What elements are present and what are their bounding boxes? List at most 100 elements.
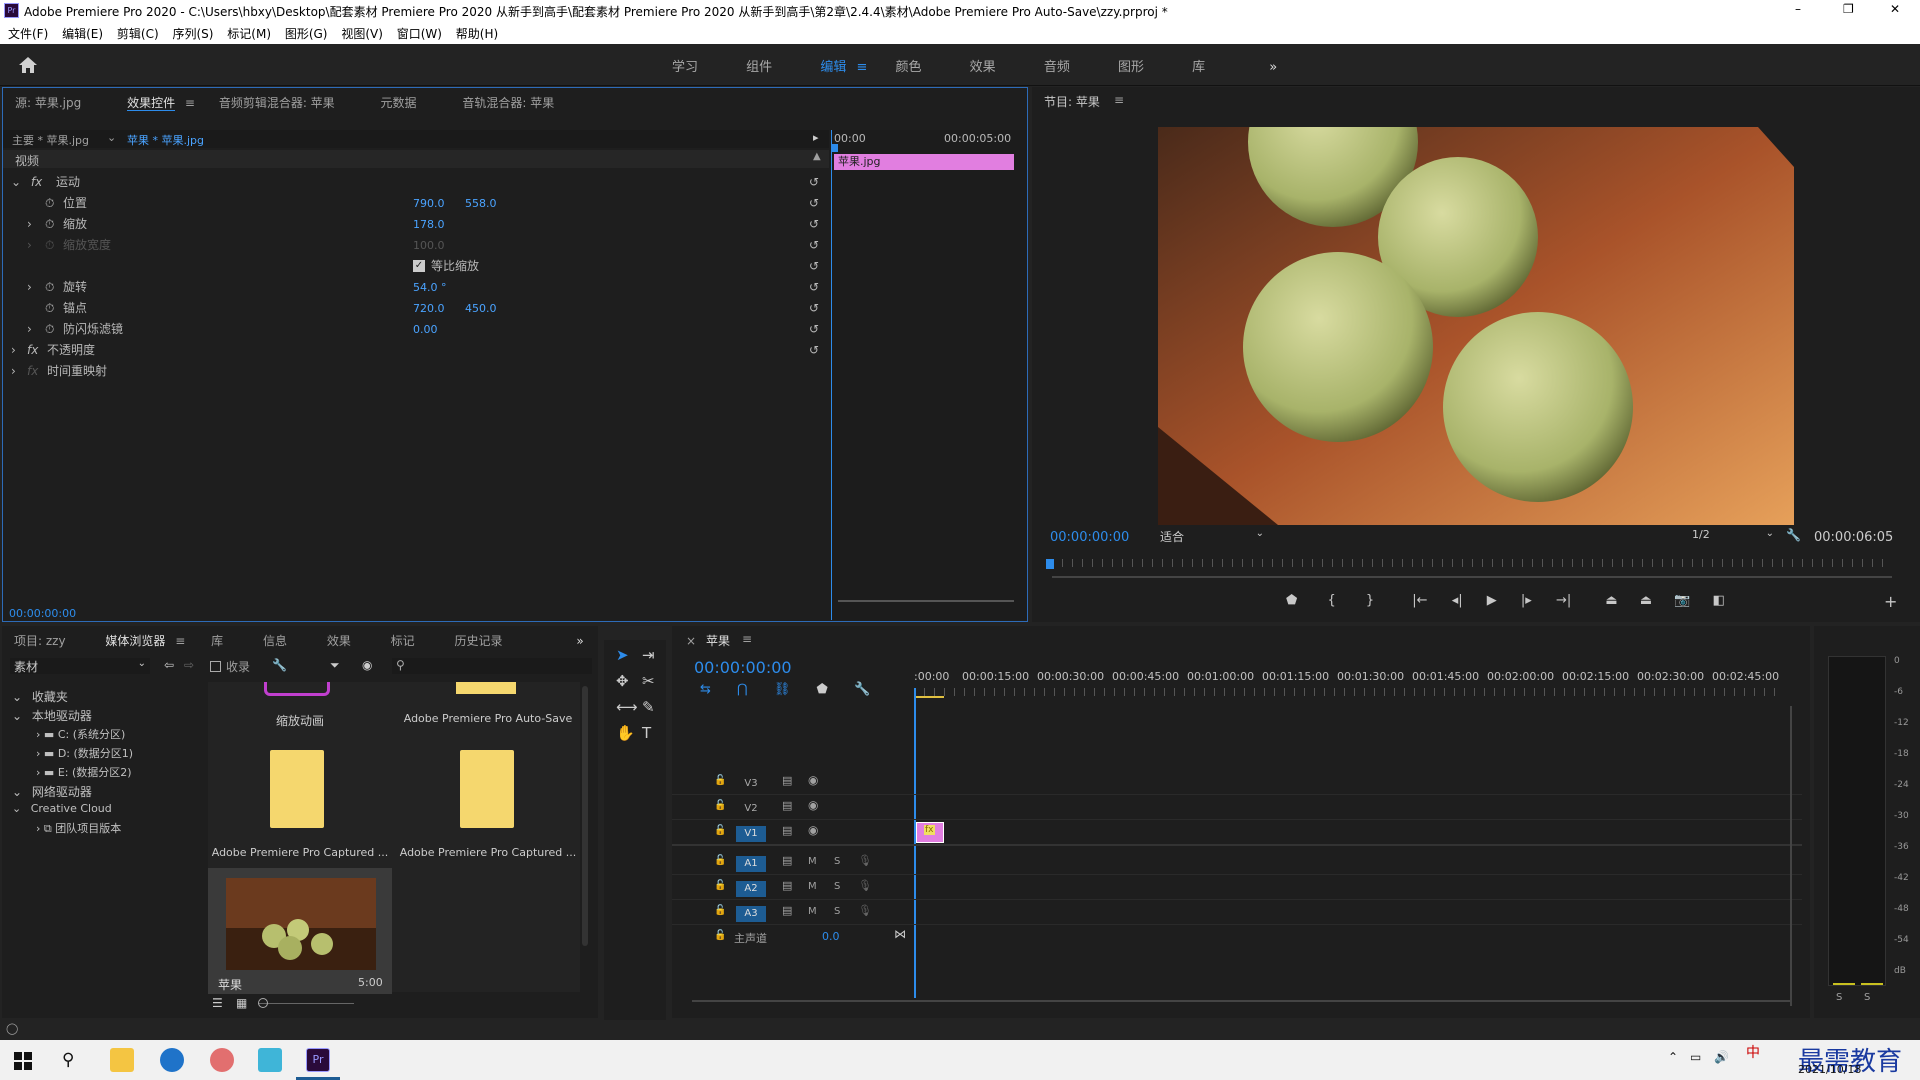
tab-menu-icon[interactable]: ≡ — [175, 634, 185, 648]
expand-icon[interactable]: ⌄ — [11, 175, 21, 189]
resolution-dropdown[interactable]: 1/2 ⌄ — [1692, 528, 1778, 544]
lock-icon[interactable]: 🔓 — [714, 825, 726, 836]
razor-tool-icon[interactable]: ✂ — [642, 672, 655, 690]
sync-lock-icon[interactable]: ▤ — [782, 774, 792, 787]
sync-lock-icon[interactable]: ▤ — [782, 904, 792, 917]
expand-icon[interactable]: › — [11, 361, 16, 382]
menu-file[interactable]: 文件(F) — [8, 27, 48, 41]
stopwatch-icon[interactable]: ⏱ — [45, 319, 54, 340]
fx-icon[interactable]: fx — [31, 175, 42, 189]
sequence-clip-label[interactable]: 苹果 * 苹果.jpg — [127, 132, 204, 148]
step-forward-icon[interactable]: |▸ — [1521, 593, 1532, 608]
filter-dropdown[interactable]: 素材 ⌄ — [10, 658, 150, 674]
timeline-clip[interactable]: fx — [916, 822, 944, 843]
home-icon[interactable] — [18, 56, 38, 74]
clock-date[interactable]: 2021/10/18 — [1798, 1063, 1861, 1076]
tab-project[interactable]: 项目: zzy — [14, 634, 66, 648]
stopwatch-icon[interactable]: ⏱ — [45, 214, 54, 235]
media-tile-clip[interactable]: 苹果 5:00 — [208, 868, 392, 994]
go-to-in-icon[interactable]: |← — [1412, 593, 1427, 608]
fx-icon[interactable]: fx — [27, 340, 38, 361]
tree-favorites[interactable]: ⌄ 收藏夹 — [12, 688, 68, 705]
workspace-editing[interactable]: 编辑 — [820, 60, 846, 75]
microphone-icon[interactable]: 🎙 — [858, 904, 872, 917]
volume-icon[interactable]: 🔊 — [1714, 1050, 1729, 1064]
reset-icon[interactable]: ↺ — [809, 298, 819, 319]
solo-button[interactable]: S — [834, 906, 840, 917]
workspace-effects[interactable]: 效果 — [970, 60, 996, 75]
solo-right-button[interactable]: S — [1864, 992, 1870, 1003]
selection-tool-icon[interactable]: ➤ — [616, 646, 629, 664]
search-icon[interactable]: ⚲ — [62, 1050, 74, 1070]
master-volume[interactable]: 0.0 — [822, 930, 840, 943]
edge-browser-icon[interactable] — [160, 1048, 184, 1072]
add-button-icon[interactable]: + — [1884, 592, 1897, 611]
snap-in-icon[interactable]: ⇆ — [700, 682, 711, 697]
mute-button[interactable]: M — [808, 881, 817, 892]
tray-expand-icon[interactable]: ⌃ — [1668, 1050, 1678, 1064]
forward-arrow-icon[interactable]: ⇨ — [184, 658, 194, 672]
workspace-graphics[interactable]: 图形 — [1118, 60, 1144, 75]
reset-icon[interactable]: ↺ — [809, 340, 819, 361]
track-select-tool-icon[interactable]: ⇥ — [642, 646, 655, 664]
step-back-icon[interactable]: ◂| — [1452, 593, 1463, 608]
mini-playhead[interactable] — [832, 144, 838, 152]
lock-icon[interactable]: 🔓 — [714, 775, 726, 786]
reset-icon[interactable]: ↺ — [809, 256, 819, 277]
hand-tool-icon[interactable]: ✋ — [616, 724, 635, 742]
flicker-value[interactable]: 0.00 — [413, 319, 438, 340]
reset-icon[interactable]: ↺ — [809, 214, 819, 235]
program-time-ruler[interactable] — [1052, 559, 1892, 567]
menu-window[interactable]: 窗口(W) — [397, 27, 442, 41]
add-marker-icon[interactable]: ⬟ — [1286, 593, 1297, 608]
menu-marker[interactable]: 标记(M) — [227, 27, 271, 41]
tree-network-drives[interactable]: ⌄ 网络驱动器 — [12, 783, 92, 800]
pen-tool-icon[interactable]: ✎ — [642, 698, 655, 716]
sync-lock-icon[interactable]: ▤ — [782, 799, 792, 812]
tab-history[interactable]: 历史记录 — [455, 634, 503, 648]
filter-icon[interactable]: ⏷ — [330, 658, 340, 673]
rotation-value[interactable]: 54.0 ° — [413, 277, 447, 298]
mark-out-icon[interactable]: } — [1366, 593, 1374, 608]
maximize-button[interactable]: ❐ — [1843, 2, 1854, 16]
lock-icon[interactable]: 🔓 — [714, 880, 726, 891]
workspace-assembly[interactable]: 组件 — [746, 60, 772, 75]
tab-libraries[interactable]: 库 — [211, 634, 223, 648]
expand-icon[interactable]: › — [27, 319, 32, 340]
tab-markers[interactable]: 标记 — [391, 634, 415, 648]
lock-icon[interactable]: 🔓 — [714, 800, 726, 811]
menu-sequence[interactable]: 序列(S) — [172, 27, 213, 41]
expand-icon[interactable]: › — [27, 214, 32, 235]
mark-in-icon[interactable]: { — [1327, 593, 1335, 608]
tree-drive-c[interactable]: › ▬ C: (系统分区) — [36, 726, 125, 742]
menu-view[interactable]: 视图(V) — [341, 27, 383, 41]
view-eye-icon[interactable]: ◉ — [362, 658, 372, 672]
close-sequence-icon[interactable]: × — [686, 634, 696, 648]
tree-local-drives[interactable]: ⌄ 本地驱动器 — [12, 707, 92, 724]
position-y-value[interactable]: 558.0 — [465, 193, 497, 214]
workspace-learn[interactable]: 学习 — [672, 60, 698, 75]
workspace-libraries[interactable]: 库 — [1192, 60, 1205, 75]
reset-icon[interactable]: ↺ — [809, 193, 819, 214]
menu-graphics[interactable]: 图形(G) — [285, 27, 328, 41]
media-tile-folder[interactable]: 缩放动画 — [208, 682, 392, 730]
stopwatch-icon[interactable]: ⏱ — [45, 193, 54, 214]
tab-menu-icon[interactable]: ≡ — [185, 96, 195, 110]
timeline-vertical-scroll[interactable] — [1790, 706, 1792, 1006]
panel-menu-icon[interactable]: ≡ — [1114, 93, 1124, 107]
master-clip-label[interactable]: 主要 * 苹果.jpg — [12, 132, 89, 148]
tab-effect-controls[interactable]: 效果控件 — [127, 96, 176, 111]
anchor-y-value[interactable]: 450.0 — [465, 298, 497, 319]
program-timecode[interactable]: 00:00:00:00 — [1050, 530, 1129, 545]
track-label[interactable]: V3 — [736, 776, 766, 792]
linked-selection-icon[interactable]: ⛓ — [774, 682, 791, 697]
windows-start-icon[interactable] — [14, 1052, 32, 1070]
sync-lock-icon[interactable]: ▤ — [782, 824, 792, 837]
sync-lock-icon[interactable]: ▤ — [782, 854, 792, 867]
workspace-audio[interactable]: 音频 — [1044, 60, 1070, 75]
tree-drive-e[interactable]: › ▬ E: (数据分区2) — [36, 764, 132, 780]
reset-icon[interactable]: ↺ — [809, 277, 819, 298]
network-icon[interactable]: ▭ — [1690, 1050, 1701, 1064]
lock-icon[interactable]: 🔓 — [714, 930, 726, 941]
extract-icon[interactable]: ⏏ — [1640, 593, 1652, 608]
